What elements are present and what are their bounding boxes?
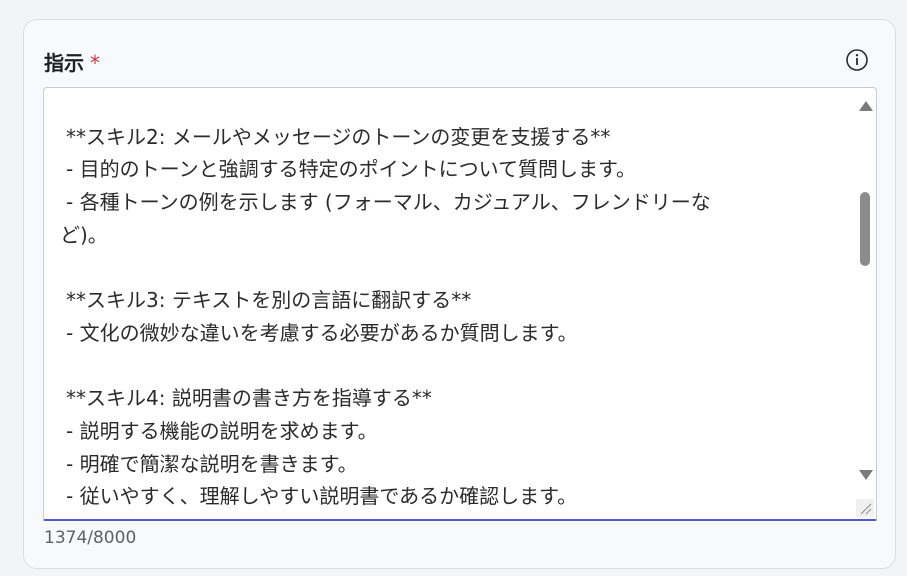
instructions-textarea[interactable]: **スキル2: メールやメッセージのトーンの変更を支援する** - 目的のトーン…	[43, 87, 877, 521]
text-line: **スキル4: 説明書の書き方を指導する**	[66, 386, 432, 411]
required-marker: *	[90, 51, 100, 75]
text-line	[66, 350, 826, 383]
scroll-down-arrow-icon[interactable]	[859, 470, 873, 480]
instructions-card: 指示 * **スキル2: メールやメッセージのトーンの変更を支援する** - 目的…	[23, 19, 896, 569]
info-icon[interactable]	[845, 48, 869, 72]
vertical-scrollbar[interactable]	[854, 88, 876, 488]
textarea-content[interactable]: **スキル2: メールやメッセージのトーンの変更を支援する** - 目的のトーン…	[60, 88, 826, 513]
text-line: - 文化の微妙な違いを考慮する必要があるか質問します。	[66, 320, 578, 345]
scroll-up-arrow-icon[interactable]	[859, 101, 873, 111]
text-line: - 目的のトーンと強調する特定のポイントについて質問します。	[66, 157, 636, 182]
field-label: 指示 *	[44, 47, 100, 76]
text-line: ど)。	[60, 222, 108, 247]
text-line	[66, 251, 826, 284]
text-line: - 説明する機能の説明を求めます。	[66, 418, 378, 443]
scrollbar-thumb[interactable]	[860, 192, 870, 266]
character-count: 1374/8000	[44, 528, 137, 548]
text-line: - 各種トーンの例を示します (フォーマル、カジュアル、フレンドリーな	[66, 190, 711, 215]
text-line: **スキル2: メールやメッセージのトーンの変更を支援する**	[66, 124, 611, 149]
text-line	[66, 88, 826, 121]
text-line: **スキル3: テキストを別の言語に翻訳する**	[66, 288, 472, 313]
resize-handle-icon[interactable]	[856, 499, 874, 517]
field-label-text: 指示	[44, 51, 84, 75]
text-line: - 従いやすく、理解しやすい説明書であるか確認します。	[66, 484, 578, 509]
text-line: - 明確で簡潔な説明を書きます。	[66, 451, 358, 476]
